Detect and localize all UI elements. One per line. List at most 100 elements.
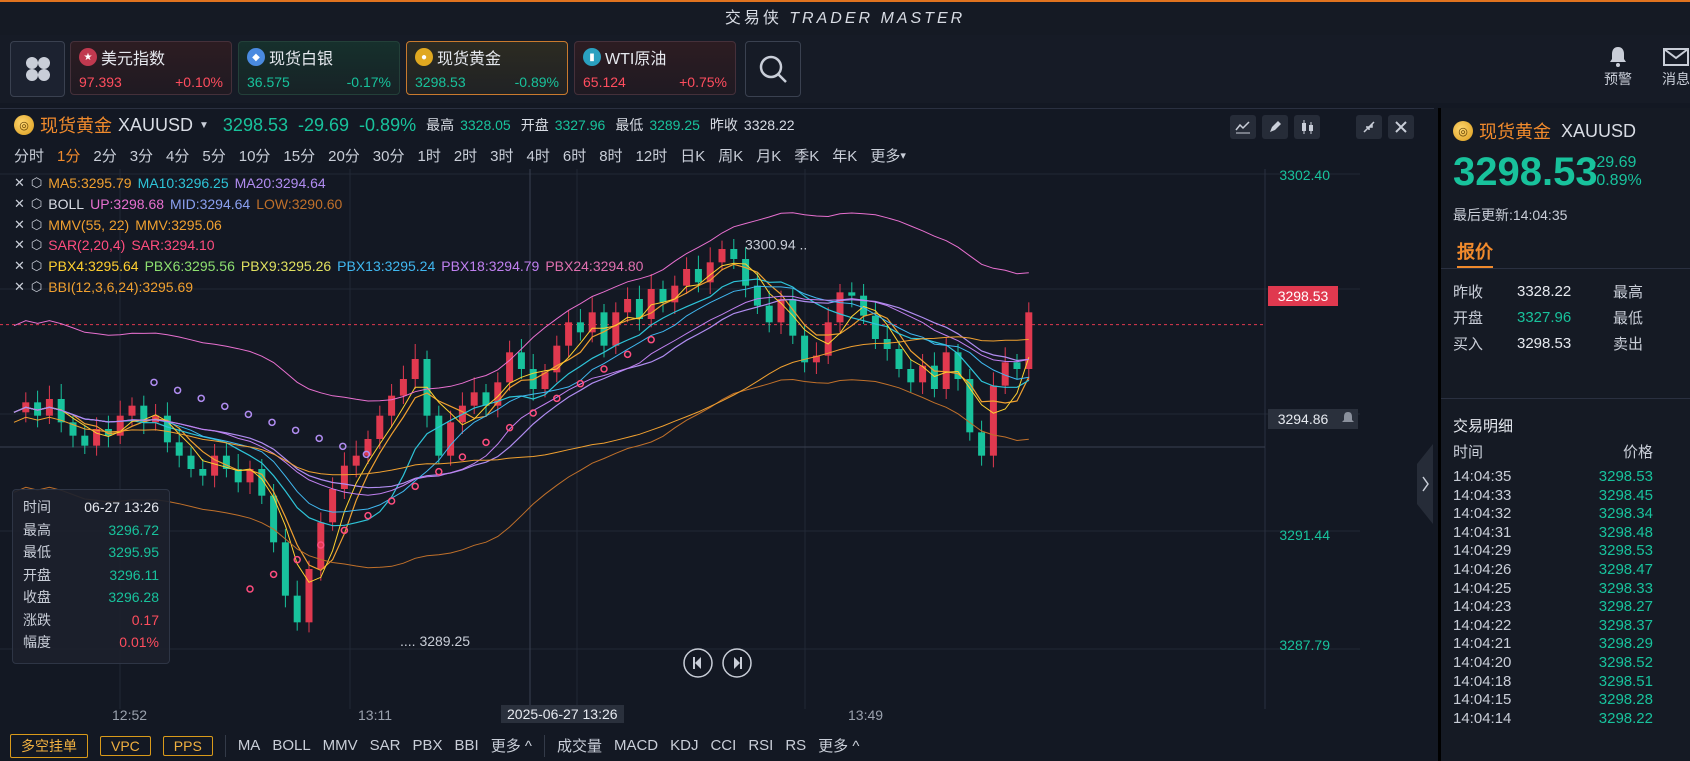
indicator-settings-icon[interactable]: ⬡	[31, 175, 42, 191]
remove-indicator-icon[interactable]: ✕	[14, 279, 25, 295]
quote-card[interactable]: ★ 美元指数 97.393 +0.10%	[70, 41, 232, 95]
more-main-indicators[interactable]: 更多 ^	[491, 735, 532, 756]
quote-card[interactable]: ● 现货黄金 3298.53 -0.89%	[406, 41, 568, 95]
main-indicator-tab[interactable]: PBX	[413, 737, 443, 754]
interval-item[interactable]: 3分	[130, 145, 153, 166]
rewind-button[interactable]	[682, 647, 714, 679]
sub-indicator-tab[interactable]: 成交量	[557, 735, 602, 756]
main-indicator-tab[interactable]: MA	[238, 737, 261, 754]
remove-indicator-icon[interactable]: ✕	[14, 237, 25, 253]
quote-card[interactable]: ◆ 现货白银 36.575 -0.17%	[238, 41, 400, 95]
tab-quote[interactable]: 报价	[1457, 238, 1493, 264]
symbol-name[interactable]: 现货黄金	[40, 112, 112, 138]
interval-item[interactable]: 日K	[680, 145, 705, 166]
main-indicator-tab[interactable]: SAR	[370, 737, 401, 754]
candle-body	[517, 352, 525, 369]
indicator-value: BBI(12,3,6,24):3295.69	[48, 279, 194, 295]
interval-item[interactable]: 3时	[490, 145, 513, 166]
interval-item[interactable]: 1时	[417, 145, 440, 166]
more-sub-indicators[interactable]: 更多 ^	[818, 735, 859, 756]
option-button[interactable]: VPC	[100, 735, 151, 756]
interval-item[interactable]: 2分	[93, 145, 116, 166]
indicator-value: PBX18:3294.79	[441, 258, 540, 275]
candle-body	[718, 249, 726, 263]
interval-item[interactable]: 年K	[832, 145, 857, 166]
candle-body	[978, 432, 986, 456]
price-alert-bell-icon[interactable]	[1338, 409, 1358, 429]
indicator-legend: ✕ ⬡ BBI(12,3,6,24):3295.69	[14, 277, 193, 297]
oil-icon: ▮	[583, 48, 601, 66]
sub-indicator-tab[interactable]: RSI	[748, 737, 773, 754]
search-button[interactable]	[745, 41, 801, 97]
interval-item[interactable]: 30分	[373, 145, 405, 166]
candle-body	[730, 249, 738, 259]
indicator-settings-icon[interactable]: ⬡	[31, 196, 42, 212]
interval-item[interactable]: 周K	[718, 145, 743, 166]
alert-button[interactable]: 预警	[1604, 45, 1632, 89]
indicator-settings-icon[interactable]: ⬡	[31, 279, 42, 295]
sub-indicator-tab[interactable]: CCI	[710, 737, 736, 754]
interval-item[interactable]: 1分	[57, 145, 80, 166]
more-dropdown-icon[interactable]: ▾	[900, 149, 906, 162]
interval-item[interactable]: 10分	[239, 145, 271, 166]
candle-body	[907, 369, 915, 383]
candle-style-icon[interactable]	[1294, 115, 1320, 139]
remove-indicator-icon[interactable]: ✕	[14, 175, 25, 191]
grid-icon	[25, 57, 50, 81]
candle-body	[529, 369, 537, 389]
interval-item[interactable]: 月K	[756, 145, 781, 166]
remove-indicator-icon[interactable]: ✕	[14, 196, 25, 212]
interval-item[interactable]: 2时	[454, 145, 477, 166]
sub-indicator-tab[interactable]: MACD	[614, 737, 658, 754]
interval-item[interactable]: 更多	[870, 145, 900, 166]
interval-item[interactable]: 6时	[563, 145, 586, 166]
symbol-dropdown-icon[interactable]: ▼	[199, 120, 209, 131]
divider	[543, 734, 545, 757]
tab-divider	[1441, 268, 1690, 269]
gold-coin-icon: ◎	[14, 115, 34, 135]
sar-dot	[647, 335, 655, 344]
message-button[interactable]: 消息	[1662, 45, 1690, 89]
indicator-settings-icon[interactable]: ⬡	[31, 258, 42, 274]
indicator-tool-icon[interactable]	[1230, 115, 1256, 139]
main-indicator-tab[interactable]: BBI	[455, 737, 479, 754]
gold-coin-icon: ◎	[1453, 121, 1473, 141]
chart-tools	[1230, 115, 1320, 139]
option-button[interactable]: PPS	[162, 735, 213, 756]
remove-indicator-icon[interactable]: ✕	[14, 258, 25, 274]
interval-item[interactable]: 4分	[166, 145, 189, 166]
close-icon[interactable]	[1388, 115, 1414, 139]
menu-grid-button[interactable]	[10, 41, 65, 97]
remove-indicator-icon[interactable]: ✕	[14, 217, 25, 233]
interval-item[interactable]: 8时	[599, 145, 622, 166]
last-updated: 最后更新:14:04:35	[1453, 207, 1568, 223]
interval-item[interactable]: 15分	[283, 145, 315, 166]
interval-item[interactable]: 季K	[794, 145, 819, 166]
candle-body	[352, 455, 360, 466]
forward-button[interactable]	[721, 647, 753, 679]
option-button[interactable]: 多空挂单	[10, 733, 88, 758]
symbol-code[interactable]: XAUUSD	[118, 115, 193, 136]
indicator-settings-icon[interactable]: ⬡	[31, 217, 42, 233]
collapse-icon[interactable]	[1356, 115, 1382, 139]
interval-item[interactable]: 20分	[328, 145, 360, 166]
main-indicator-tab[interactable]: BOLL	[272, 737, 310, 754]
interval-item[interactable]: 12时	[636, 145, 668, 166]
interval-item[interactable]: 4时	[527, 145, 550, 166]
trade-time: 14:04:25	[1453, 579, 1512, 597]
sub-indicator-tab[interactable]: RS	[785, 737, 806, 754]
quote-card[interactable]: ▮ WTI原油 65.124 +0.75%	[574, 41, 736, 95]
main-indicator-tab[interactable]: MMV	[323, 737, 358, 754]
sar-dot	[291, 426, 300, 435]
indicator-settings-icon[interactable]: ⬡	[31, 237, 42, 253]
chart-canvas[interactable]: 3300.94 .. .... 3289.25	[0, 169, 1434, 729]
candlestick-chart[interactable]: 3300.94 .. .... 3289.25 ✕ ⬡ MA5:3295.79 MA10…	[0, 169, 1434, 729]
interval-item[interactable]: 分时	[14, 145, 44, 166]
panel-expand-button[interactable]	[1413, 444, 1433, 524]
sub-indicator-tab[interactable]: KDJ	[670, 737, 698, 754]
draw-pen-icon[interactable]	[1262, 115, 1288, 139]
candle-body	[789, 299, 797, 336]
candle-body	[81, 435, 89, 446]
indicator-value: MMV:3295.06	[135, 216, 222, 233]
interval-item[interactable]: 5分	[202, 145, 225, 166]
